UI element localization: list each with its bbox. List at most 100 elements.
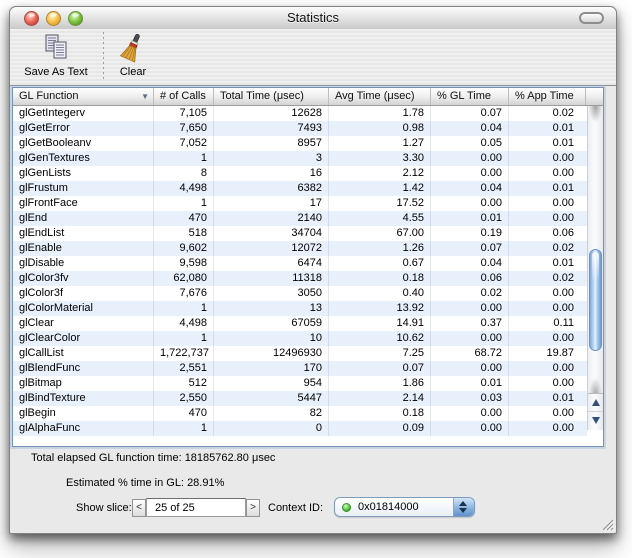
title-bar[interactable]: Statistics bbox=[10, 7, 616, 30]
cell-gl-function: glGetError bbox=[13, 121, 154, 136]
estimated-time-value: 28.91% bbox=[187, 477, 225, 489]
table-row[interactable]: glFrontFace 1 17 17.52 0.00 0.00 bbox=[13, 196, 587, 211]
column-header[interactable]: Avg Time (μsec) bbox=[329, 88, 431, 105]
vertical-scrollbar[interactable] bbox=[587, 106, 603, 430]
cell-value: 0.00 bbox=[552, 212, 574, 224]
toolbar-divider bbox=[103, 32, 104, 82]
cell-value: 0.07 bbox=[329, 361, 431, 376]
scroll-up-button[interactable] bbox=[588, 393, 603, 412]
table-row[interactable]: glEnd 470 2140 4.55 0.01 0.00 bbox=[13, 211, 587, 226]
cell-gl-function: glColorMaterial bbox=[13, 301, 154, 316]
table-row[interactable]: glBitmap 512 954 1.86 0.01 0.00 bbox=[13, 376, 587, 391]
cell-value: 0.01 bbox=[552, 182, 574, 194]
resize-grip[interactable] bbox=[600, 517, 615, 532]
toolbar-toggle-button[interactable] bbox=[579, 12, 604, 24]
cell-value: 1,722,737 bbox=[154, 346, 214, 361]
cell-value: 16 bbox=[214, 166, 329, 181]
cell-value: 62,080 bbox=[154, 271, 214, 286]
cell-value: 4,498 bbox=[154, 181, 214, 196]
cell-gl-function: glFrontFace bbox=[13, 196, 154, 211]
cell-value: 0.37 bbox=[431, 316, 509, 331]
cell-gl-function: glBlendFunc bbox=[13, 361, 154, 376]
table-row[interactable]: glDisable 9,598 6474 0.67 0.04 0.01 bbox=[13, 256, 587, 271]
cell-value: 0.00 bbox=[431, 301, 509, 316]
cell-value: 0.00 bbox=[431, 361, 509, 376]
cell-value: 1.26 bbox=[329, 241, 431, 256]
clear-button[interactable]: Clear bbox=[105, 33, 161, 83]
cell-value: 1 bbox=[154, 331, 214, 346]
save-as-text-button[interactable]: Save As Text bbox=[13, 33, 99, 83]
cell-value: 1 bbox=[154, 151, 214, 166]
cell-value: 17.52 bbox=[329, 196, 431, 211]
cell-gl-function: glClearColor bbox=[13, 331, 154, 346]
column-header[interactable]: GL Function ▼ bbox=[13, 88, 154, 105]
cell-value: 0.00 bbox=[552, 287, 574, 299]
cell-value: 0.00 bbox=[552, 302, 574, 314]
table-row[interactable]: glCallList 1,722,737 12496930 7.25 68.72 19.8… bbox=[13, 346, 587, 361]
cell-value: 7,676 bbox=[154, 286, 214, 301]
column-header[interactable]: # of Calls bbox=[154, 88, 214, 105]
cell-value: 0.09 bbox=[329, 421, 431, 436]
scroll-down-button[interactable] bbox=[588, 411, 603, 430]
cell-value: 13 bbox=[214, 301, 329, 316]
cell-value: 0.98 bbox=[329, 121, 431, 136]
column-header[interactable]: Total Time (μsec) bbox=[214, 88, 329, 105]
slice-next-button[interactable]: > bbox=[246, 499, 260, 517]
toolbar: Save As Text Clear bbox=[10, 29, 616, 86]
cell-value: 0.04 bbox=[431, 256, 509, 271]
table-row[interactable]: glGetError 7,650 7493 0.98 0.04 0.01 bbox=[13, 121, 587, 136]
table-row[interactable]: glAlphaFunc 1 0 0.09 0.00 0.00 bbox=[13, 421, 587, 436]
cell-value: 0.02 bbox=[552, 272, 574, 284]
column-header[interactable]: % GL Time bbox=[431, 88, 509, 105]
table-row[interactable]: glColorMaterial 1 13 13.92 0.00 0.00 bbox=[13, 301, 587, 316]
table-row[interactable]: glBindTexture 2,550 5447 2.14 0.03 0.01 bbox=[13, 391, 587, 406]
cell-value: 0.01 bbox=[552, 257, 574, 269]
cell-value: 0.00 bbox=[431, 166, 509, 181]
slice-field[interactable] bbox=[146, 498, 246, 517]
table-row[interactable]: glEnable 9,602 12072 1.26 0.07 0.02 bbox=[13, 241, 587, 256]
total-time-label: Total elapsed GL function time: bbox=[31, 452, 182, 464]
table-row[interactable]: glGenTextures 1 3 3.30 0.00 0.00 bbox=[13, 151, 587, 166]
cell-value: 10 bbox=[214, 331, 329, 346]
cell-value: 4.55 bbox=[329, 211, 431, 226]
table-row[interactable]: glGenLists 8 16 2.12 0.00 0.00 bbox=[13, 166, 587, 181]
table-row[interactable]: glEndList 518 34704 67.00 0.19 0.06 bbox=[13, 226, 587, 241]
cell-value: 14.91 bbox=[329, 316, 431, 331]
column-header[interactable]: % App Time bbox=[509, 88, 586, 105]
broom-icon bbox=[105, 33, 161, 65]
table-row[interactable]: glGetBooleanv 7,052 8957 1.27 0.05 0.01 bbox=[13, 136, 587, 151]
cell-value: 3.30 bbox=[329, 151, 431, 166]
cell-value: 0.00 bbox=[552, 377, 574, 389]
cell-gl-function: glEndList bbox=[13, 226, 154, 241]
cell-value: 67.00 bbox=[329, 226, 431, 241]
cell-gl-function: glCallList bbox=[13, 346, 154, 361]
table-row[interactable]: glClear 4,498 67059 14.91 0.37 0.11 bbox=[13, 316, 587, 331]
cell-value: 0.02 bbox=[431, 286, 509, 301]
table-row[interactable]: glColor3fv 62,080 11318 0.18 0.06 0.02 bbox=[13, 271, 587, 286]
table-row[interactable]: glClearColor 1 10 10.62 0.00 0.00 bbox=[13, 331, 587, 346]
scroll-thumb[interactable] bbox=[589, 249, 602, 351]
slice-previous-button[interactable]: < bbox=[132, 499, 146, 517]
table-row[interactable]: glBlendFunc 2,551 170 0.07 0.00 0.00 bbox=[13, 361, 587, 376]
table-row[interactable]: glFrustum 4,498 6382 1.42 0.04 0.01 bbox=[13, 181, 587, 196]
cell-value: 0.03 bbox=[431, 391, 509, 406]
cell-value: 12628 bbox=[214, 106, 329, 121]
desktop: Statistics Save As Text Clear GL Functio… bbox=[0, 0, 632, 558]
cell-value: 0.00 bbox=[431, 196, 509, 211]
context-id-popup[interactable]: 0x01814000 bbox=[334, 497, 475, 517]
total-time-row: Total elapsed GL function time: 18185762… bbox=[31, 452, 275, 464]
table-row[interactable]: glBegin 470 82 0.18 0.00 0.00 bbox=[13, 406, 587, 421]
cell-gl-function: glBegin bbox=[13, 406, 154, 421]
cell-value: 0.05 bbox=[431, 136, 509, 151]
stats-table-body: glGetIntegerv 7,105 12628 1.78 0.07 0.02 glGet… bbox=[13, 106, 587, 436]
cell-value: 0.00 bbox=[552, 197, 574, 209]
table-row[interactable]: glGetIntegerv 7,105 12628 1.78 0.07 0.02 bbox=[13, 106, 587, 121]
cell-value: 518 bbox=[154, 226, 214, 241]
save-as-text-label: Save As Text bbox=[24, 66, 88, 78]
table-row[interactable]: glColor3f 7,676 3050 0.40 0.02 0.00 bbox=[13, 286, 587, 301]
cell-value: 10.62 bbox=[329, 331, 431, 346]
cell-value: 0.07 bbox=[431, 106, 509, 121]
window-title: Statistics bbox=[286, 10, 339, 25]
cell-value: 1.27 bbox=[329, 136, 431, 151]
cell-value: 7.25 bbox=[329, 346, 431, 361]
